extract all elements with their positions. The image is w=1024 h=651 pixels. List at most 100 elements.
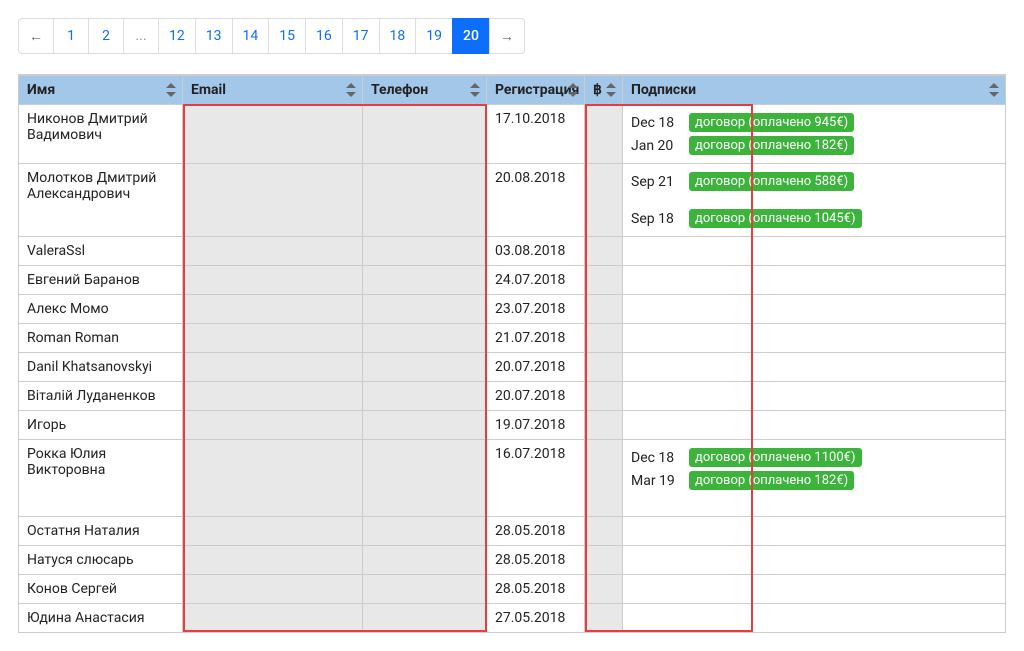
cell-registration: 16.07.2018	[487, 440, 585, 517]
cell-subscriptions	[623, 295, 1006, 324]
cell-currency-redacted	[585, 164, 623, 237]
pagination-page-2[interactable]: 2	[88, 18, 124, 54]
cell-phone-redacted	[363, 105, 487, 164]
pagination-page-19[interactable]: 19	[415, 18, 453, 54]
col-header-subscriptions[interactable]: Подписки	[623, 76, 1006, 105]
subscription-badge[interactable]: договор (оплачено 182€)	[689, 136, 854, 155]
subscription-badge[interactable]: договор (оплачено 1045€)	[689, 209, 862, 228]
subscription-date: Sep 18	[631, 211, 681, 227]
pagination-page-12[interactable]: 12	[158, 18, 196, 54]
subscription-badge[interactable]: договор (оплачено 1100€)	[689, 448, 862, 467]
table-row: ValeraSsl 03.08.2018	[19, 237, 1006, 266]
subscription-badge[interactable]: договор (оплачено 182€)	[689, 471, 854, 490]
cell-currency-redacted	[585, 324, 623, 353]
cell-name: Danil Khatsanovskyi	[19, 353, 183, 382]
cell-name: ValeraSsl	[19, 237, 183, 266]
cell-currency-redacted	[585, 440, 623, 517]
cell-registration: 28.05.2018	[487, 575, 585, 604]
subscription-entry: Mar 19 договор (оплачено 182€)	[631, 469, 997, 492]
cell-phone-redacted	[363, 353, 487, 382]
cell-registration: 27.05.2018	[487, 604, 585, 633]
subscription-date: Dec 18	[631, 450, 681, 466]
cell-subscriptions	[623, 575, 1006, 604]
cell-phone-redacted	[363, 164, 487, 237]
pagination-next[interactable]: →	[489, 18, 525, 54]
subscription-date: Mar 19	[631, 473, 681, 489]
sort-icon	[606, 83, 616, 97]
cell-currency-redacted	[585, 353, 623, 382]
subscription-entry: Jan 20договор (оплачено 182€)	[631, 134, 997, 157]
cell-subscriptions: Dec 18 договор (оплачено 1100€) Mar 19 дого…	[623, 440, 1006, 517]
cell-registration: 24.07.2018	[487, 266, 585, 295]
cell-phone-redacted	[363, 517, 487, 546]
col-header-phone[interactable]: Телефон	[363, 76, 487, 105]
cell-currency-redacted	[585, 411, 623, 440]
pagination-page-1[interactable]: 1	[53, 18, 89, 54]
cell-currency-redacted	[585, 517, 623, 546]
col-header-email[interactable]: Email	[183, 76, 363, 105]
cell-registration: 20.07.2018	[487, 353, 585, 382]
cell-email-redacted	[183, 411, 363, 440]
pagination-prev[interactable]: ←	[18, 18, 54, 54]
cell-email-redacted	[183, 440, 363, 517]
table-row: Roman Roman 21.07.2018	[19, 324, 1006, 353]
cell-name: Игорь	[19, 411, 183, 440]
cell-name: Roman Roman	[19, 324, 183, 353]
cell-name: Віталій Луданенков	[19, 382, 183, 411]
cell-phone-redacted	[363, 604, 487, 633]
cell-email-redacted	[183, 105, 363, 164]
table-row: Юдина Анастасия27.05.2018	[19, 604, 1006, 633]
sort-icon	[470, 83, 480, 97]
cell-subscriptions	[623, 546, 1006, 575]
cell-currency-redacted	[585, 237, 623, 266]
cell-email-redacted	[183, 164, 363, 237]
cell-phone-redacted	[363, 440, 487, 517]
cell-currency-redacted	[585, 604, 623, 633]
cell-currency-redacted	[585, 575, 623, 604]
sort-icon	[346, 83, 356, 97]
pagination-page-16[interactable]: 16	[305, 18, 343, 54]
cell-subscriptions	[623, 237, 1006, 266]
sort-icon	[166, 83, 176, 97]
cell-name: Алекс Момо	[19, 295, 183, 324]
cell-registration: 20.07.2018	[487, 382, 585, 411]
pagination-page-18[interactable]: 18	[379, 18, 417, 54]
cell-name: Рокка Юлия Викторовна	[19, 440, 183, 517]
col-header-registration[interactable]: Регистрация	[487, 76, 585, 105]
cell-registration: 21.07.2018	[487, 324, 585, 353]
cell-registration: 03.08.2018	[487, 237, 585, 266]
cell-currency-redacted	[585, 295, 623, 324]
cell-email-redacted	[183, 382, 363, 411]
pagination-page-15[interactable]: 15	[268, 18, 306, 54]
col-header-name[interactable]: Имя	[19, 76, 183, 105]
cell-subscriptions: Sep 21договор (оплачено 588€)Sep 18догов…	[623, 164, 1006, 237]
table-row: Конов Сергей 28.05.2018	[19, 575, 1006, 604]
cell-phone-redacted	[363, 295, 487, 324]
cell-subscriptions	[623, 266, 1006, 295]
cell-currency-redacted	[585, 382, 623, 411]
pagination-page-20[interactable]: 20	[452, 18, 490, 54]
pagination-page-14[interactable]: 14	[232, 18, 270, 54]
subscription-entry: Dec 18договор (оплачено 945€)	[631, 111, 997, 134]
cell-currency-redacted	[585, 546, 623, 575]
cell-email-redacted	[183, 353, 363, 382]
cell-name: Конов Сергей	[19, 575, 183, 604]
cell-name: Никонов Дмитрий Вадимович	[19, 105, 183, 164]
cell-email-redacted	[183, 546, 363, 575]
cell-phone-redacted	[363, 266, 487, 295]
col-header-currency[interactable]: ฿	[585, 76, 623, 105]
pagination-page-17[interactable]: 17	[342, 18, 380, 54]
users-table-wrap: Имя Email Телефон Регистрация ฿ Подписки…	[18, 74, 1006, 633]
cell-currency-redacted	[585, 105, 623, 164]
subscription-badge[interactable]: договор (оплачено 588€)	[689, 172, 854, 191]
cell-registration: 28.05.2018	[487, 546, 585, 575]
pagination-page-13[interactable]: 13	[195, 18, 233, 54]
table-row: Алекс Момо23.07.2018	[19, 295, 1006, 324]
cell-email-redacted	[183, 324, 363, 353]
cell-registration: 19.07.2018	[487, 411, 585, 440]
users-table: Имя Email Телефон Регистрация ฿ Подписки…	[18, 75, 1006, 633]
cell-registration: 17.10.2018	[487, 105, 585, 164]
table-row: Рокка Юлия Викторовна 16.07.2018 Dec 18 дог…	[19, 440, 1006, 517]
cell-email-redacted	[183, 517, 363, 546]
subscription-badge[interactable]: договор (оплачено 945€)	[689, 113, 854, 132]
